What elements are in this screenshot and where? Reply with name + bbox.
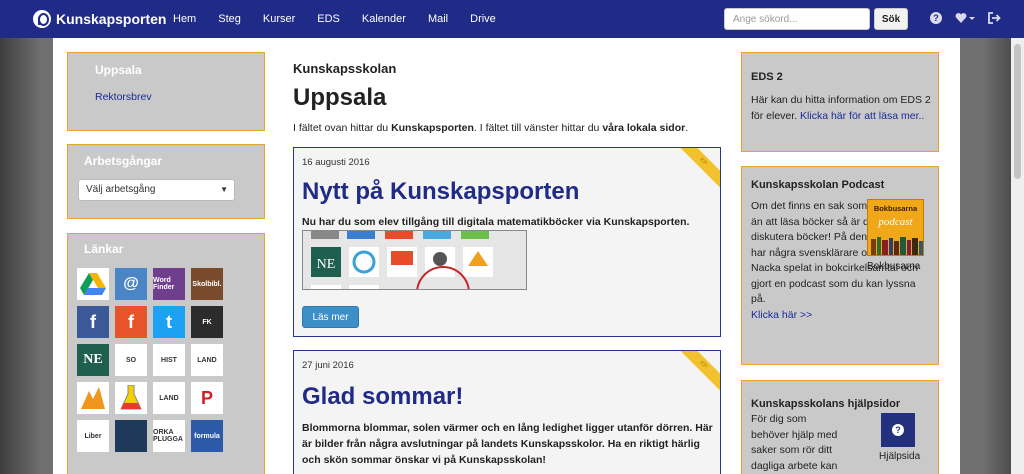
liber-tile[interactable]: Liber <box>77 420 109 452</box>
svg-text:?: ? <box>895 425 901 435</box>
pathways-select[interactable]: Välj arbetsgång ▼ <box>78 179 235 201</box>
eds-title: EDS 2 <box>751 71 783 83</box>
article-image[interactable]: NE <box>302 230 527 290</box>
links-title: Länkar <box>84 242 124 256</box>
help-box: Kunskapsskolans hjälpsidor För dig som b… <box>741 380 939 474</box>
podcast-image-word: podcast <box>878 216 913 228</box>
nav-link-kalender[interactable]: Kalender <box>362 13 406 25</box>
skolbiblioteket-tile[interactable]: Skolbibl. <box>191 268 223 300</box>
article-title[interactable]: Nytt på Kunskapsporten <box>302 178 579 206</box>
pathways-title: Arbetsgångar <box>84 154 163 168</box>
link-tiles: @ Word Finder Skolbibl. f f t FK NE SO HIST LAND LA… <box>77 268 223 452</box>
eds-text: Här kan du hitta information om EDS 2 fö… <box>751 93 931 124</box>
kp-ribbon: KP <box>674 148 720 191</box>
fk-tile[interactable]: FK <box>191 306 223 338</box>
location-title: Uppsala <box>95 63 142 77</box>
intro-part: . I fältet till vänster hittar du <box>473 122 603 134</box>
facebook-orange-tile[interactable]: f <box>115 306 147 338</box>
eds-read-more-link[interactable]: Klicka här för att läsa mer.. <box>800 110 924 122</box>
article-lead: Blommorna blommar, solen värmer och en l… <box>302 422 713 466</box>
intro-bold-kunskapsporten: Kunskapsporten <box>391 122 474 134</box>
intro-part: I fältet ovan hittar du <box>293 122 392 134</box>
article-date: 16 augusti 2016 <box>302 157 370 168</box>
historiska-bibliotek-tile[interactable]: HIST <box>153 344 185 376</box>
nav-link-steg[interactable]: Steg <box>218 13 241 25</box>
intro-part: . <box>685 122 689 134</box>
nav-icons: ? <box>929 11 1013 25</box>
links-box: Länkar @ Word Finder Skolbibl. f f t FK NE SO HIS… <box>67 233 265 474</box>
intro-bold-lokala-sidor: våra lokala sidor <box>602 122 686 134</box>
svg-text:?: ? <box>933 13 939 23</box>
nav-link-eds[interactable]: EDS <box>317 13 340 25</box>
nav-link-kurser[interactable]: Kurser <box>263 13 295 25</box>
brand[interactable]: Kunskapsporten <box>33 10 173 28</box>
help-title: Kunskapsskolans hjälpsidor <box>751 398 901 410</box>
article-card: KP 16 augusti 2016 Nytt på Kunskapsporte… <box>293 147 721 337</box>
search-button[interactable]: Sök <box>874 8 908 30</box>
podcast-link[interactable]: Klicka här >> <box>751 309 812 321</box>
pathways-box: Arbetsgångar Välj arbetsgång ▼ <box>67 144 265 219</box>
help-icon: ? <box>892 424 904 436</box>
pathways-select-value: Välj arbetsgång <box>86 184 156 195</box>
svg-text:NE: NE <box>317 257 336 272</box>
page-title: Uppsala <box>293 84 387 111</box>
kunskapsporten-logo-icon <box>33 10 51 28</box>
article-lead: Nu har du som elev tillgång till digital… <box>302 216 690 228</box>
wordfinder-tile[interactable]: Word Finder <box>153 268 185 300</box>
formula-tile[interactable]: formula <box>191 420 223 452</box>
landguiden-2-tile[interactable]: LAND <box>153 382 185 414</box>
article-date: 27 juni 2016 <box>302 360 354 371</box>
bookshelf-icon <box>871 237 923 255</box>
google-drive-tile[interactable] <box>77 268 109 300</box>
heart-dropdown-icon[interactable] <box>955 11 975 25</box>
logout-icon[interactable] <box>987 11 1001 25</box>
main-nav: Hem Steg Kurser EDS Kalender Mail Drive <box>173 13 518 25</box>
dark-tile[interactable] <box>115 420 147 452</box>
rektorsbrev-link[interactable]: Rektorsbrev <box>95 91 152 103</box>
twitter-tile[interactable]: t <box>153 306 185 338</box>
top-navbar: Kunskapsporten Hem Steg Kurser EDS Kalen… <box>0 0 1024 38</box>
eds-box: EDS 2 Här kan du hitta information om ED… <box>741 52 939 152</box>
brand-name: Kunskapsporten <box>56 11 167 27</box>
search-input[interactable] <box>724 8 870 30</box>
page-kicker: Kunskapsskolan <box>293 61 397 76</box>
bokbusarna-podcast-image[interactable]: Bokbusarna podcast <box>867 199 924 256</box>
landguiden-tile[interactable]: LAND <box>191 344 223 376</box>
help-icon[interactable]: ? <box>929 11 943 25</box>
article-card: KP 27 juni 2016 Glad sommar! Blommorna b… <box>293 350 721 474</box>
search-form: Sök <box>724 8 908 30</box>
mail-tile[interactable]: @ <box>115 268 147 300</box>
read-more-button[interactable]: Läs mer <box>302 306 359 328</box>
podcast-image-title: Bokbusarna <box>873 204 918 213</box>
help-text: För dig som behöver hjälp med saker som … <box>751 413 838 472</box>
podcast-box: Kunskapsskolan Podcast Om det finns en s… <box>741 166 939 365</box>
scrollbar-thumb[interactable] <box>1014 44 1021 179</box>
intro-text: I fältet ovan hittar du Kunskapsporten. … <box>293 122 688 134</box>
ne-tile[interactable]: NE <box>77 344 109 376</box>
nav-link-hem[interactable]: Hem <box>173 13 196 25</box>
facebook-tile[interactable]: f <box>77 306 109 338</box>
nav-link-mail[interactable]: Mail <box>428 13 448 25</box>
podcast-caption: Bokbusarna <box>867 261 921 272</box>
chemistry-tile[interactable] <box>115 382 147 414</box>
nav-link-drive[interactable]: Drive <box>470 13 496 25</box>
so-rummet-tile[interactable]: SO <box>115 344 147 376</box>
pinterest-tile[interactable]: P <box>191 382 223 414</box>
kp-ribbon: KP <box>674 351 720 394</box>
orka-plugga-tile[interactable]: ORKA PLUGGA <box>153 420 185 452</box>
article-title[interactable]: Glad sommar! <box>302 383 463 411</box>
chevron-down-icon: ▼ <box>220 185 228 194</box>
fox-tile[interactable] <box>77 382 109 414</box>
location-box: Uppsala Rektorsbrev <box>67 52 265 131</box>
page-scrollbar[interactable] <box>1011 38 1024 474</box>
help-caption: Hjälpsida <box>879 451 921 462</box>
help-page-tile[interactable]: ? <box>881 413 915 447</box>
podcast-title: Kunskapsskolan Podcast <box>751 179 885 191</box>
